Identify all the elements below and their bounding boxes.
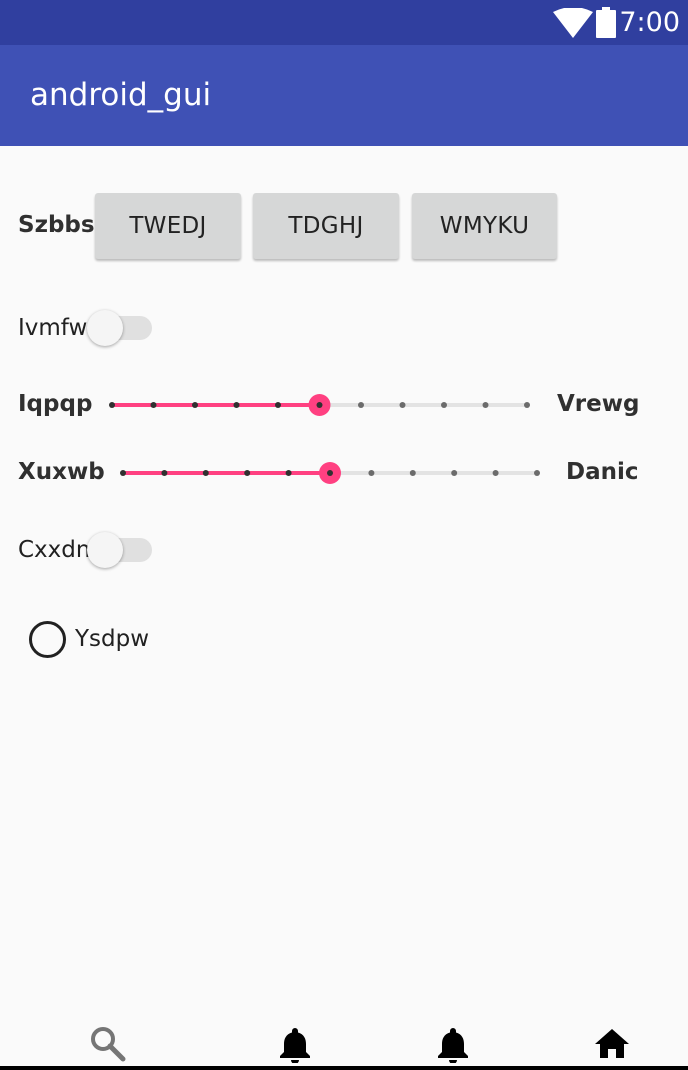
slider-tick-mark	[409, 470, 416, 476]
slider-tick-mark	[368, 470, 375, 476]
bell-icon[interactable]	[434, 1025, 472, 1063]
twedj-button[interactable]: TWEDJ	[95, 193, 241, 259]
home-icon[interactable]	[593, 1025, 631, 1063]
slider-tick-mark	[451, 470, 458, 476]
slider-xuxwb[interactable]	[110, 453, 550, 493]
switch-thumb[interactable]	[87, 532, 123, 568]
switch-cxxdn-label: Cxxdn	[18, 537, 91, 563]
slider-iqpqp[interactable]	[100, 385, 540, 425]
slider-xuxwb-left-label: Xuxwb	[18, 459, 105, 485]
slider-tick-mark	[150, 402, 157, 408]
slider-tick-mark	[244, 470, 251, 476]
slider-tick-mark	[233, 402, 240, 408]
slider-iqpqp-right-label: Vrewg	[557, 391, 640, 417]
slider-tick-mark	[358, 402, 364, 408]
slider-thumb-dot	[316, 402, 323, 408]
slider-tick-mark	[441, 402, 447, 408]
slider-tick-mark	[399, 402, 406, 408]
radio-circle-icon[interactable]	[29, 621, 66, 658]
bottom-divider	[0, 1066, 688, 1070]
slider-tick-mark	[285, 470, 292, 476]
slider-iqpqp-left-label: Iqpqp	[18, 391, 93, 417]
slider-tick-mark	[120, 470, 126, 476]
search-icon[interactable]	[89, 1025, 127, 1063]
status-bar: 7:00	[0, 0, 688, 45]
switch-ivmfw-label: Ivmfw	[18, 315, 88, 341]
slider-tick-mark	[109, 402, 115, 408]
button-row-label: Szbbs	[18, 212, 95, 238]
battery-icon	[596, 7, 616, 38]
wmyku-button[interactable]: WMYKU	[412, 193, 557, 259]
app-title: android_gui	[30, 77, 212, 113]
status-time: 7:00	[619, 7, 680, 38]
bell-icon[interactable]	[276, 1025, 314, 1063]
slider-tick-mark	[275, 402, 281, 408]
slider-xuxwb-right-label: Danic	[566, 459, 639, 485]
wifi-icon	[553, 8, 593, 38]
radio-ysdpw-label: Ysdpw	[75, 626, 150, 652]
slider-tick-mark	[192, 402, 198, 408]
slider-tick-mark	[482, 402, 489, 408]
tdghj-button[interactable]: TDGHJ	[253, 193, 399, 259]
slider-tick-mark	[524, 402, 530, 408]
slider-tick-mark	[161, 470, 168, 476]
slider-tick-mark	[202, 470, 209, 476]
switch-thumb[interactable]	[87, 310, 123, 346]
slider-tick-mark	[534, 470, 540, 476]
slider-tick-mark	[492, 470, 499, 476]
app-bar: android_gui	[0, 45, 688, 146]
slider-thumb-dot	[327, 470, 333, 476]
